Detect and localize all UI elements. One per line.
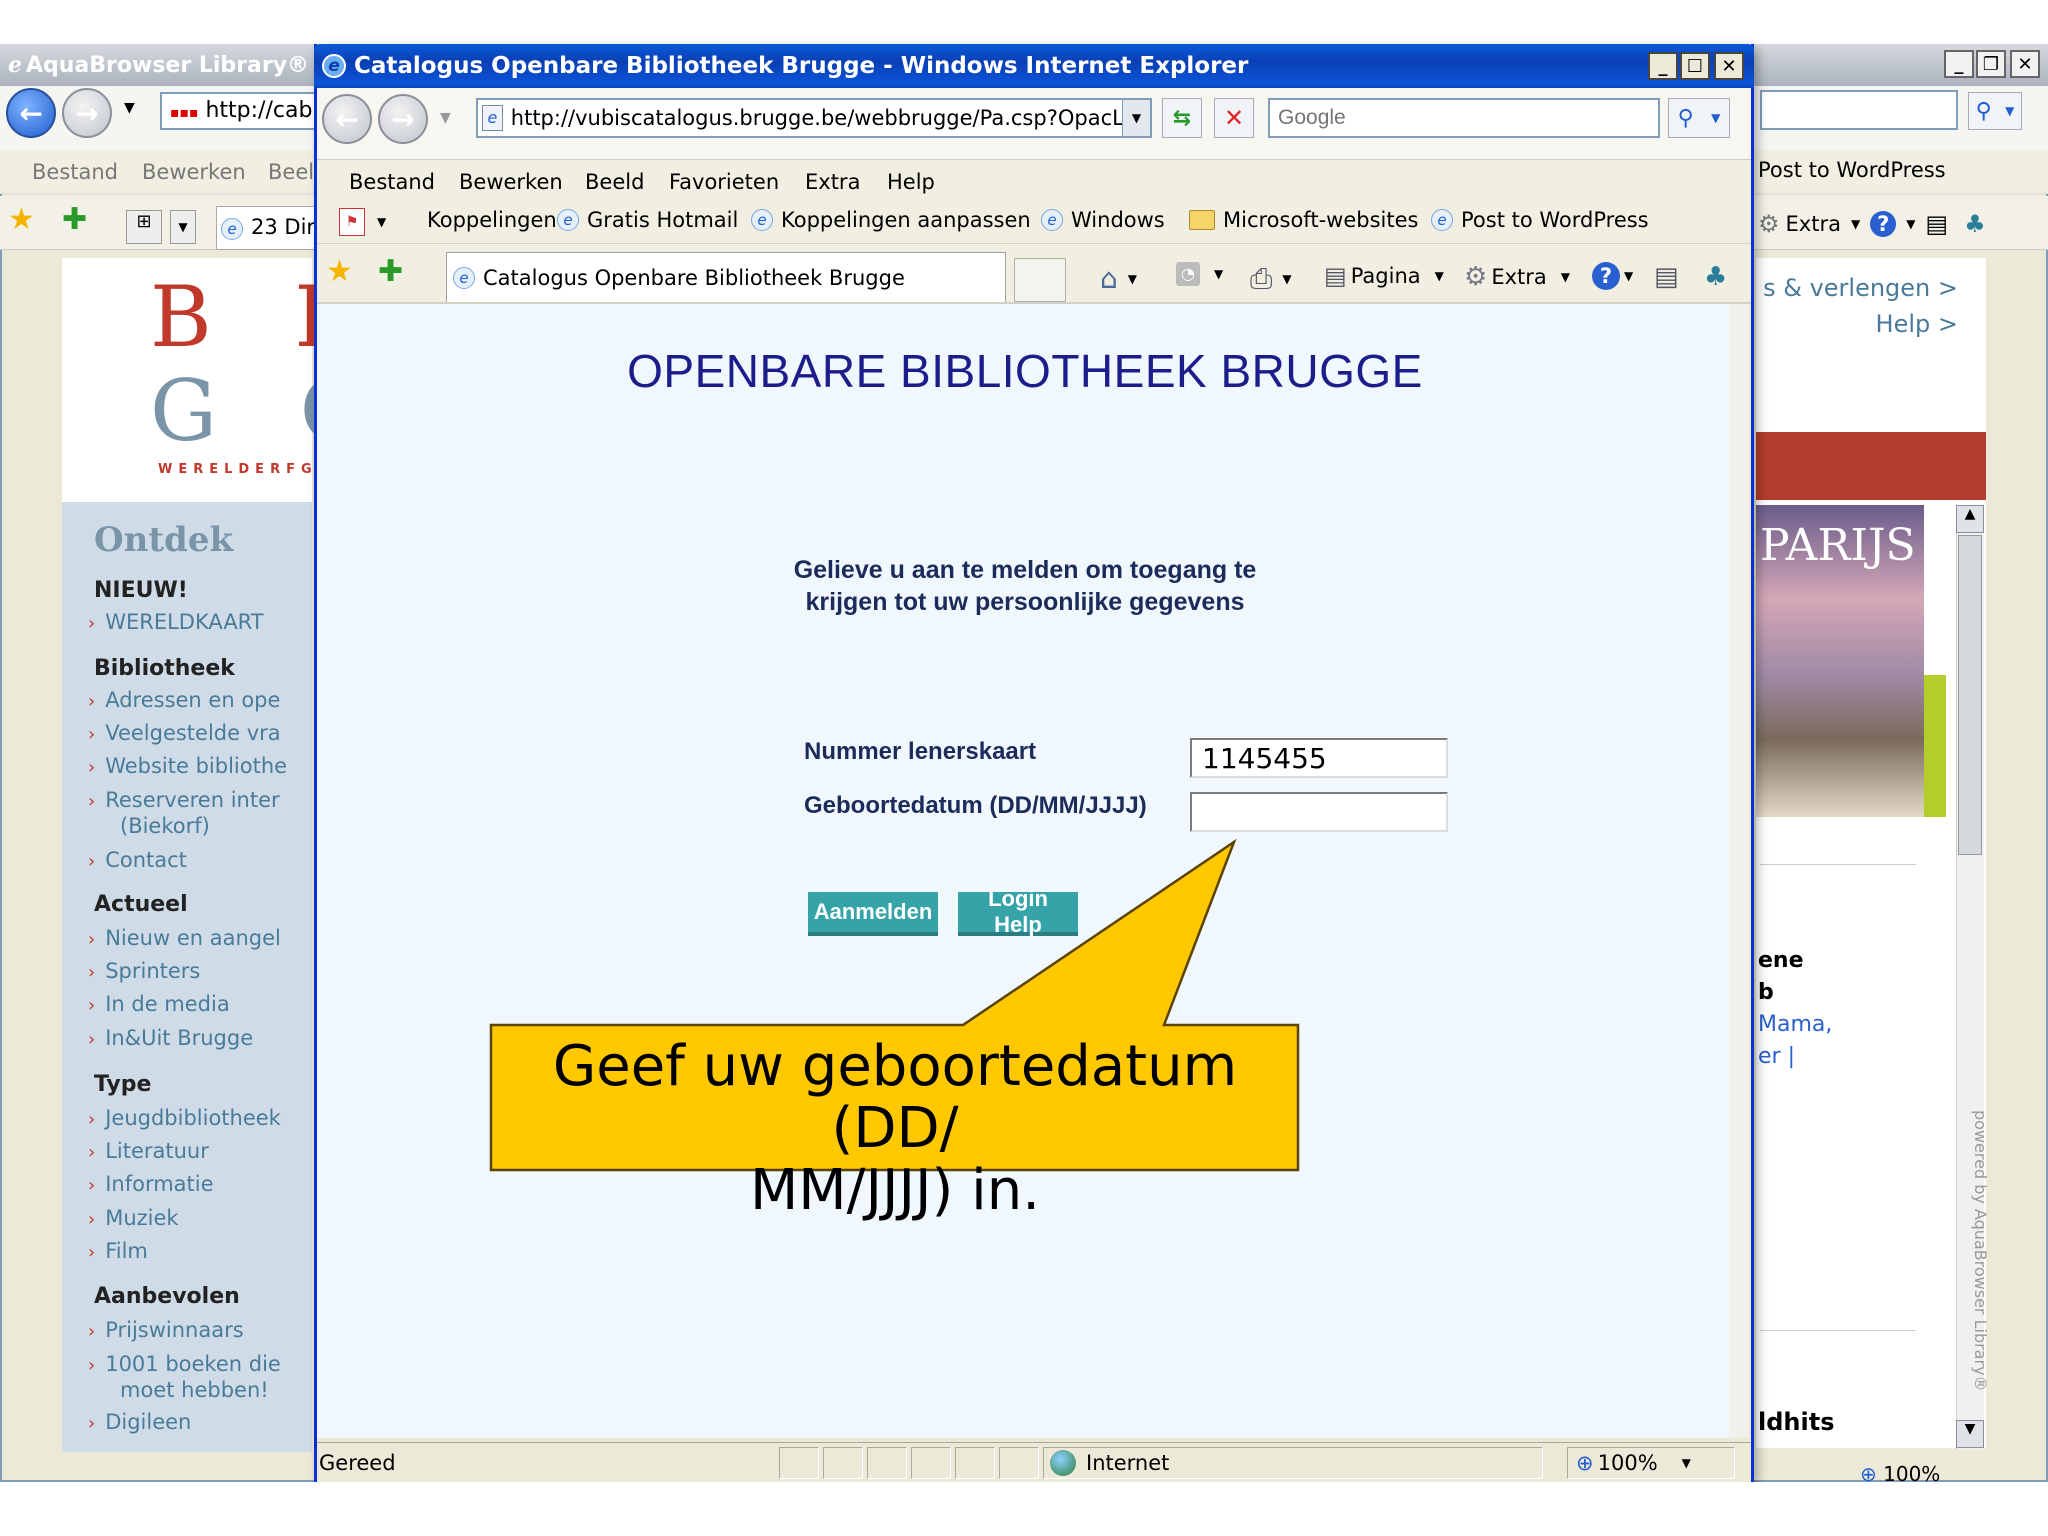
- zoom-control[interactable]: ⊕ 100% ▼: [1567, 1447, 1735, 1479]
- callout-text: Geef uw geboortedatum (DD/ MM/JJJJ) in.: [492, 1036, 1298, 1222]
- globe-icon: [1050, 1450, 1076, 1476]
- zoom-label: 100%: [1597, 1451, 1658, 1475]
- zoom-icon: ⊕: [1576, 1451, 1594, 1475]
- status-cell: [779, 1447, 819, 1479]
- status-cell: [823, 1447, 863, 1479]
- status-cell: [867, 1447, 907, 1479]
- status-cell: [955, 1447, 995, 1479]
- callout-shape: [489, 838, 1300, 1172]
- bottom-margin: [0, 1482, 2048, 1536]
- status-cell: [999, 1447, 1039, 1479]
- status-cell: [911, 1447, 951, 1479]
- chevron-down-icon: ▼: [1681, 1456, 1691, 1470]
- security-zone[interactable]: Internet: [1043, 1447, 1543, 1479]
- zone-label: Internet: [1086, 1451, 1170, 1475]
- callout-line: MM/JJJJ) in.: [749, 1158, 1041, 1223]
- callout-line: Geef uw geboortedatum (DD/: [552, 1034, 1238, 1161]
- status-text: Gereed: [319, 1451, 396, 1475]
- status-bar: Gereed Internet ⊕ 100% ▼: [317, 1442, 1751, 1482]
